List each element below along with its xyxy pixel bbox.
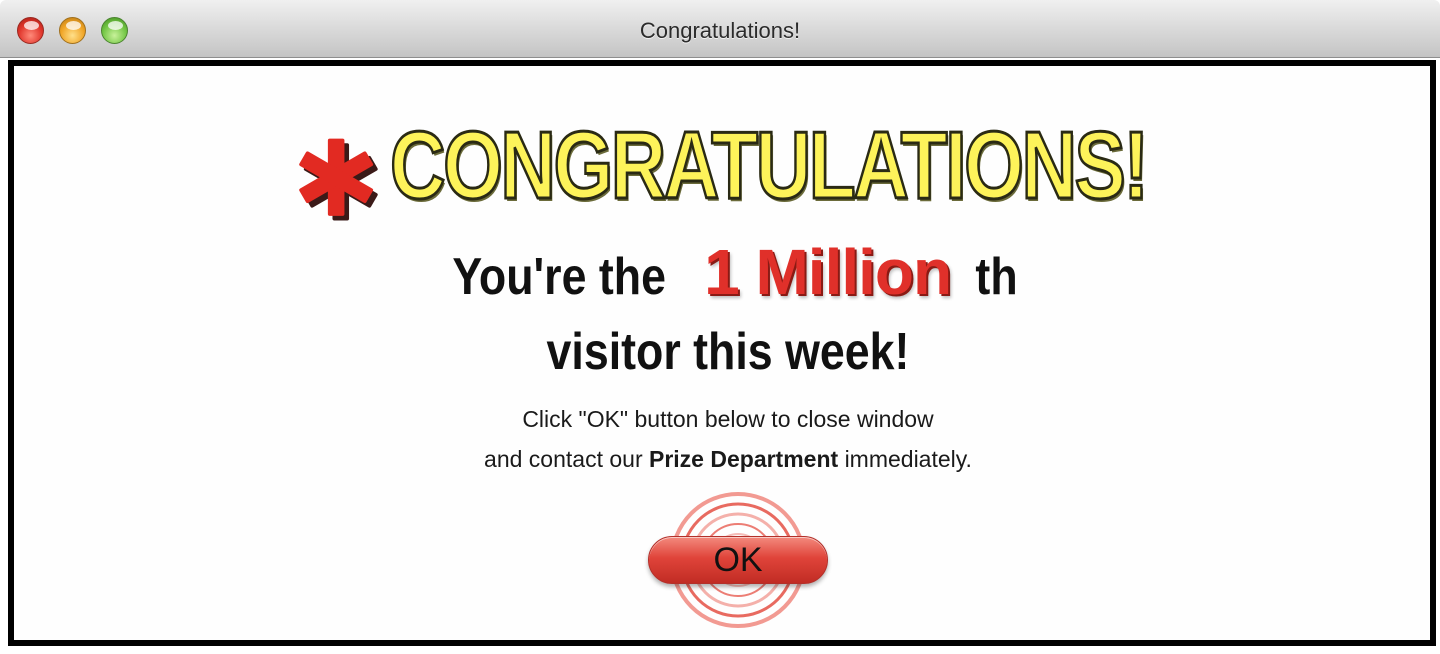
headline-line-2-text: visitor this week! — [546, 323, 910, 381]
headline-line-1: You're the 1 Million th — [14, 234, 1430, 315]
window-title: Congratulations! — [639, 18, 801, 43]
million-highlight: 1 Million — [704, 236, 952, 308]
congratulations-heading: CONGRATULATIONS! — [389, 112, 1150, 219]
instruction-line-1: Click "OK" button below to close window — [522, 406, 934, 432]
asterisk-star-icon — [299, 138, 378, 221]
ok-button-area: OK — [648, 484, 828, 640]
headline-suffix: th — [974, 248, 1018, 306]
instruction-line-2: and contact our Prize Department immedia… — [14, 446, 1430, 473]
prize-department-text: Prize Department — [649, 446, 839, 472]
headline-prefix: You're the — [452, 248, 667, 306]
popup-content: CONGRATULATIONS! You're the 1 Million th… — [8, 60, 1436, 646]
popup-window: Congratulations! CONGRATULATIONS! You're… — [0, 0, 1440, 654]
title-bar[interactable]: Congratulations! — [0, 0, 1440, 58]
instruction-suffix: immediately. — [844, 446, 972, 472]
ok-button[interactable]: OK — [648, 536, 828, 584]
headline-line-2: visitor this week! — [14, 314, 1430, 390]
congratulations-banner: CONGRATULATIONS! — [292, 112, 1172, 221]
instruction-prefix: and contact our — [484, 446, 643, 472]
